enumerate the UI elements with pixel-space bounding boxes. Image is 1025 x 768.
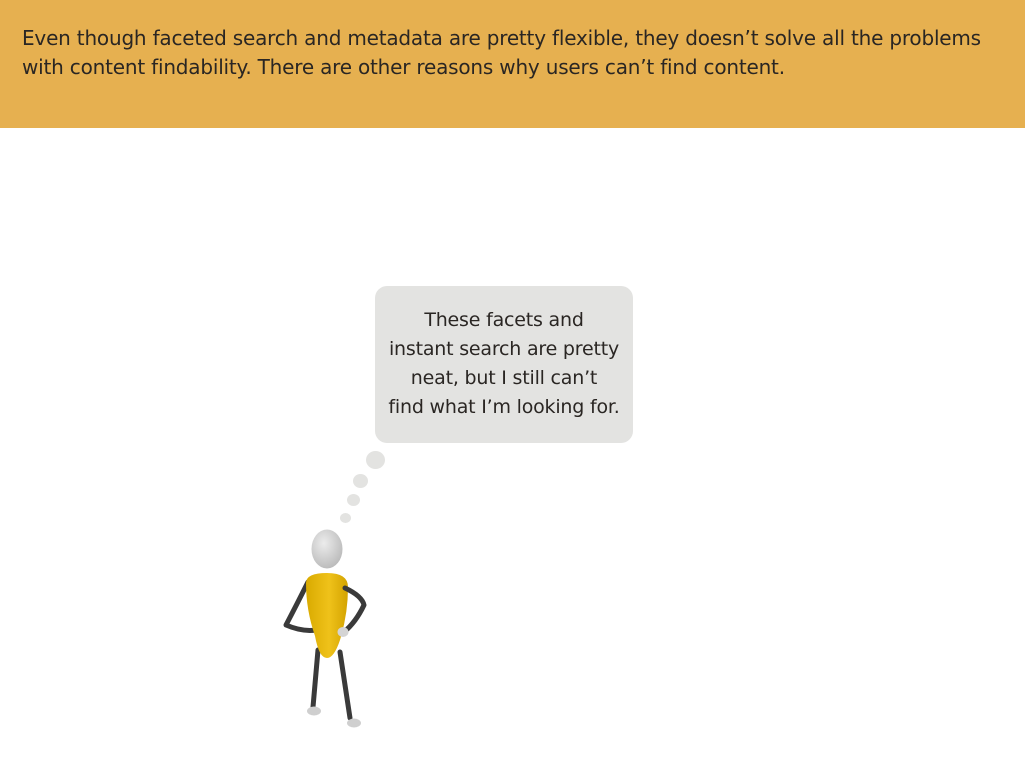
slide: Even though faceted search and metadata … <box>0 0 1025 768</box>
head <box>311 529 343 569</box>
thinking-person-icon <box>283 529 367 728</box>
right-foot <box>347 718 361 728</box>
right-hand <box>337 627 349 637</box>
left-leg <box>310 647 321 710</box>
left-foot <box>307 706 321 716</box>
right-leg <box>337 649 353 721</box>
body <box>306 573 348 658</box>
